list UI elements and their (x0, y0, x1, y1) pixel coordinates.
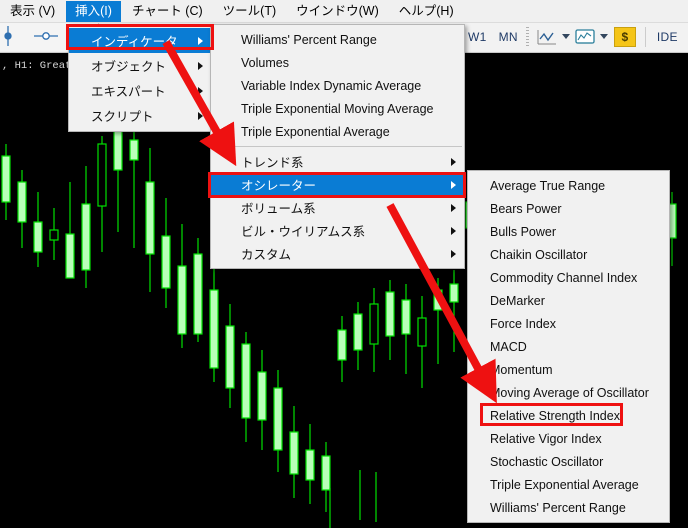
menu-view[interactable]: 表示 (V) (1, 1, 64, 22)
submenu-arrow-icon (198, 36, 203, 45)
menu-item-label: Williams' Percent Range (490, 500, 626, 515)
menu-item-label: Bears Power (490, 201, 562, 216)
timeframe-w1[interactable]: W1 (462, 30, 493, 44)
menu-item-label: Relative Vigor Index (490, 431, 602, 446)
menu-item-force-index[interactable]: Force Index (468, 312, 669, 335)
menu-item-macd[interactable]: MACD (468, 335, 669, 358)
menu-item-label: トレンド系 (241, 156, 304, 170)
submenu-arrow-icon (451, 226, 456, 235)
menu-item-label: Variable Index Dynamic Average (241, 78, 422, 93)
menu-item-williams-percent-range[interactable]: Williams' Percent Range (211, 28, 464, 51)
menu-window[interactable]: ウインドウ(W) (287, 1, 388, 22)
menu-item-label: Triple Exponential Average (490, 477, 639, 492)
line-chart-dropdown-icon[interactable] (560, 26, 572, 48)
chart-tools-group: W1 MN $ IDE (462, 22, 688, 51)
menu-item-label: Triple Exponential Average (241, 124, 390, 139)
menu-item-label: Volumes (241, 55, 289, 70)
menu-item-williams-percent-range-osc[interactable]: Williams' Percent Range (468, 496, 669, 519)
menu-item-triple-exponential-average-osc[interactable]: Triple Exponential Average (468, 473, 669, 496)
menu-item-label: DeMarker (490, 293, 545, 308)
menu-item-volumes[interactable]: Volumes (211, 51, 464, 74)
menu-item-label: Force Index (490, 316, 557, 331)
menu-item-commodity-channel-index[interactable]: Commodity Channel Index (468, 266, 669, 289)
menu-item-experts[interactable]: エキスパート (69, 78, 211, 103)
line-chart-icon[interactable] (534, 26, 560, 48)
submenu-arrow-icon (451, 157, 456, 166)
menu-item-label: ボリューム系 (241, 202, 316, 216)
indicators-menu-panel: Williams' Percent Range Volumes Variable… (210, 24, 465, 269)
menu-item-label: Average True Range (490, 178, 606, 193)
toolbar-grip[interactable] (525, 26, 529, 47)
menu-item-triple-exponential-average[interactable]: Triple Exponential Average (211, 120, 464, 143)
menu-item-label: インディケータ (91, 35, 178, 49)
menu-item-average-true-range[interactable]: Average True Range (468, 174, 669, 197)
ide-button[interactable]: IDE (651, 30, 684, 44)
menu-item-label: ビル・ウイリアムス系 (241, 225, 366, 239)
menu-item-demarker[interactable]: DeMarker (468, 289, 669, 312)
menu-item-custom[interactable]: カスタム (211, 242, 464, 265)
menu-item-stochastic-oscillator[interactable]: Stochastic Oscillator (468, 450, 669, 473)
menu-item-triple-exponential-moving-average[interactable]: Triple Exponential Moving Average (211, 97, 464, 120)
menu-item-label: Momentum (490, 362, 553, 377)
menu-item-label: エキスパート (91, 85, 166, 99)
menu-item-trend[interactable]: トレンド系 (211, 150, 464, 173)
submenu-arrow-icon (451, 180, 456, 189)
insert-menu-panel: インディケータ オブジェクト エキスパート スクリプト (68, 24, 212, 132)
submenu-arrow-icon (451, 203, 456, 212)
menu-item-chaikin-oscillator[interactable]: Chaikin Oscillator (468, 243, 669, 266)
menu-tools[interactable]: ツール(T) (214, 1, 285, 22)
menu-item-momentum[interactable]: Momentum (468, 358, 669, 381)
menu-item-bill-williams[interactable]: ビル・ウイリアムス系 (211, 219, 464, 242)
oscillators-menu-panel: Average True Range Bears Power Bulls Pow… (467, 170, 670, 523)
menu-item-oscillators[interactable]: オシレーター (211, 173, 464, 196)
submenu-arrow-icon (198, 86, 203, 95)
menu-chart[interactable]: チャート (C) (123, 1, 212, 22)
indicator-dropdown-icon[interactable] (598, 26, 610, 48)
menu-item-label: Relative Strength Index (490, 408, 620, 423)
metatrader-window: , H1: Great Brit. W1 MN $ IDE 表示 (V) 挿入(… (0, 0, 688, 528)
menu-item-relative-strength-index[interactable]: Relative Strength Index (468, 404, 669, 427)
submenu-arrow-icon (451, 249, 456, 258)
menu-item-label: オブジェクト (91, 60, 167, 74)
menu-item-volumes-group[interactable]: ボリューム系 (211, 196, 464, 219)
menu-item-label: オシレーター (241, 179, 317, 193)
menu-help[interactable]: ヘルプ(H) (390, 1, 463, 22)
autotrading-icon[interactable]: $ (613, 26, 636, 47)
submenu-arrow-icon (198, 61, 203, 70)
menu-item-label: Triple Exponential Moving Average (241, 101, 434, 116)
menu-item-indicators[interactable]: インディケータ (69, 28, 211, 53)
menu-item-label: スクリプト (91, 110, 154, 124)
menu-item-moving-average-of-oscillator[interactable]: Moving Average of Oscillator (468, 381, 669, 404)
menu-item-label: Chaikin Oscillator (490, 247, 588, 262)
menu-item-label: カスタム (241, 248, 292, 262)
menu-item-bears-power[interactable]: Bears Power (468, 197, 669, 220)
menu-item-label: Moving Average of Oscillator (490, 385, 649, 400)
menu-item-label: Williams' Percent Range (241, 32, 377, 47)
menu-item-label: Commodity Channel Index (490, 270, 638, 285)
indicator-chart-icon[interactable] (572, 26, 598, 48)
menu-insert[interactable]: 挿入(I) (66, 0, 121, 22)
menu-item-label: Stochastic Oscillator (490, 454, 604, 469)
timeframe-mn[interactable]: MN (493, 30, 524, 44)
menu-item-bulls-power[interactable]: Bulls Power (468, 220, 669, 243)
menu-item-scripts[interactable]: スクリプト (69, 103, 211, 128)
menu-item-variable-index-dynamic-average[interactable]: Variable Index Dynamic Average (211, 74, 464, 97)
toolbar-separator (644, 26, 646, 47)
menu-item-label: Bulls Power (490, 224, 556, 239)
menu-item-label: MACD (490, 339, 527, 354)
menu-separator (213, 146, 462, 147)
submenu-arrow-icon (198, 111, 203, 120)
menu-item-relative-vigor-index[interactable]: Relative Vigor Index (468, 427, 669, 450)
menu-item-objects[interactable]: オブジェクト (69, 53, 211, 78)
menu-bar: 表示 (V) 挿入(I) チャート (C) ツール(T) ウインドウ(W) ヘル… (0, 0, 688, 23)
